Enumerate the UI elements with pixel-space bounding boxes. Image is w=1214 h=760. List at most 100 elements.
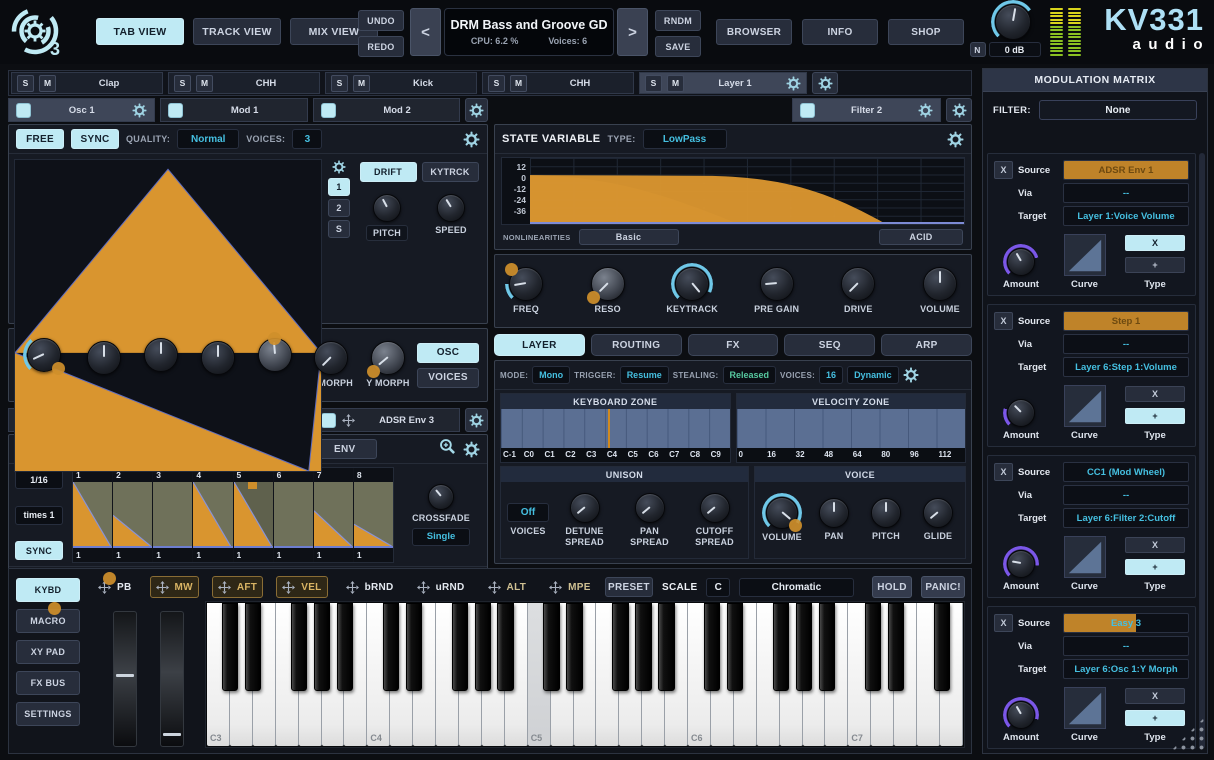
step-cell[interactable] [153, 482, 192, 548]
row-gear-button[interactable] [465, 98, 488, 122]
knob-control[interactable] [871, 498, 901, 528]
osc-settings-gear[interactable] [463, 131, 480, 148]
mod-target-value[interactable]: Layer 6:Osc 1:Y Morph [1063, 659, 1189, 679]
mute-button[interactable]: M [510, 75, 527, 92]
step-cell[interactable] [234, 482, 273, 548]
mod-via-value[interactable]: -- [1063, 485, 1189, 505]
step-cell[interactable] [314, 482, 353, 548]
type-x-button[interactable]: X [1125, 688, 1185, 704]
step-column[interactable]: 31 [153, 468, 193, 562]
shop-button[interactable]: SHOP [888, 19, 964, 45]
layer-section-tab-fx[interactable]: FX [688, 334, 779, 356]
control-brnd[interactable]: bRND [341, 577, 399, 597]
knob-control[interactable] [700, 493, 730, 523]
mute-button[interactable]: M [196, 75, 213, 92]
filter-settings-gear[interactable] [947, 131, 964, 148]
kytrck-button[interactable]: KYTRCK [422, 162, 479, 182]
tab-adsr-env-3[interactable]: ADSR Env 3 [313, 408, 460, 432]
mod-target-value[interactable]: Layer 6:Step 1:Volume [1063, 357, 1189, 377]
wave-layer-button-1[interactable]: 1 [328, 178, 350, 196]
save-button[interactable]: SAVE [655, 36, 701, 57]
layer-tab-layer-1[interactable]: SMLayer 1 [639, 72, 807, 94]
mod-target-value[interactable]: Layer 6:Filter 2:Cutoff [1063, 508, 1189, 528]
knob-control[interactable] [766, 497, 798, 529]
crossfade-value[interactable]: Single [412, 528, 470, 546]
wave-gear-button[interactable] [332, 159, 346, 175]
unison-voices-value[interactable]: Off [507, 503, 549, 522]
remove-slot-button[interactable]: X [994, 312, 1013, 330]
mod-via-value[interactable]: -- [1063, 636, 1189, 656]
solo-button[interactable]: S [488, 75, 505, 92]
remove-slot-button[interactable]: X [994, 161, 1013, 179]
env-settings-gear[interactable] [463, 441, 480, 458]
redo-button[interactable]: REDO [358, 36, 404, 57]
mod-source-value[interactable]: Step 1 [1063, 311, 1189, 331]
piano-key-ds7[interactable] [888, 603, 904, 691]
info-button[interactable]: INFO [802, 19, 878, 45]
scale-value[interactable]: Chromatic [739, 578, 854, 597]
enable-checkbox[interactable] [321, 103, 336, 118]
enable-checkbox[interactable] [168, 103, 183, 118]
type-plus-button[interactable]: + [1125, 559, 1185, 575]
step-cell[interactable] [113, 482, 152, 548]
velocity-zone-area[interactable] [737, 409, 966, 448]
view-tab-track-view[interactable]: TRACK VIEW [193, 18, 281, 45]
step-column[interactable]: 61 [274, 468, 314, 562]
solo-button[interactable]: S [331, 75, 348, 92]
type-plus-button[interactable]: + [1125, 408, 1185, 424]
remove-slot-button[interactable]: X [994, 614, 1013, 632]
knob-control[interactable] [760, 267, 794, 301]
mute-button[interactable]: M [667, 75, 684, 92]
piano-key-cs5[interactable] [543, 603, 559, 691]
enable-checkbox[interactable] [321, 413, 336, 428]
knob-control[interactable] [570, 493, 600, 523]
step-column[interactable]: 81 [354, 468, 393, 562]
knob-control[interactable] [428, 484, 454, 510]
osc-voices-value[interactable]: 3 [292, 129, 322, 149]
piano-key-fs6[interactable] [773, 603, 789, 691]
acid-button[interactable]: ACID [879, 229, 963, 245]
randomize-button[interactable]: RNDM [655, 10, 701, 31]
piano-key-as4[interactable] [497, 603, 513, 691]
piano-key-ds5[interactable] [566, 603, 582, 691]
piano-key-fs4[interactable] [452, 603, 468, 691]
mode-value[interactable]: Mono [532, 366, 570, 384]
knob-control[interactable] [201, 341, 235, 375]
curve-display[interactable] [1064, 234, 1106, 276]
side-button-fx-bus[interactable]: FX BUS [16, 671, 80, 695]
panic-button[interactable]: PANIC! [921, 576, 965, 598]
hold-button[interactable]: HOLD [872, 576, 913, 598]
piano-key-fs3[interactable] [291, 603, 307, 691]
filter-response-display[interactable]: 120-12-24-36 [501, 157, 965, 225]
control-alt[interactable]: ALT [483, 577, 532, 597]
tab-mod-2[interactable]: Mod 2 [313, 98, 460, 122]
piano-key-gs6[interactable] [796, 603, 812, 691]
wave-layer-button-2[interactable]: 2 [328, 199, 350, 217]
tab-osc-1[interactable]: Osc 1 [8, 98, 155, 122]
side-button-xy-pad[interactable]: XY PAD [16, 640, 80, 664]
knob-control[interactable] [258, 338, 292, 372]
row-gear-button[interactable] [946, 98, 972, 122]
control-urnd[interactable]: uRND [412, 577, 470, 597]
piano-key-fs5[interactable] [612, 603, 628, 691]
times-value[interactable]: times 1 [15, 506, 63, 525]
wave-layer-button-s[interactable]: S [328, 220, 350, 238]
layer-section-tab-routing[interactable]: ROUTING [591, 334, 682, 356]
knob-control[interactable] [314, 341, 348, 375]
piano-key-as5[interactable] [658, 603, 674, 691]
voices-display-button[interactable]: VOICES [417, 368, 479, 388]
browser-button[interactable]: BROWSER [716, 19, 792, 45]
knob-control[interactable] [509, 267, 543, 301]
osc-display-button[interactable]: OSC [417, 343, 479, 363]
solo-button[interactable]: S [174, 75, 191, 92]
free-button[interactable]: FREE [16, 129, 64, 149]
type-plus-button[interactable]: + [1125, 710, 1185, 726]
step-column[interactable]: 11 [73, 468, 113, 562]
side-button-macro[interactable]: MACRO [16, 609, 80, 633]
drift-button[interactable]: DRIFT [360, 162, 417, 182]
control-mpe[interactable]: MPE [544, 577, 596, 597]
knob-control[interactable] [675, 267, 709, 301]
zoom-icon[interactable] [439, 438, 456, 460]
env-view-button[interactable]: ENV [313, 439, 377, 459]
next-preset-button[interactable]: > [617, 8, 648, 56]
